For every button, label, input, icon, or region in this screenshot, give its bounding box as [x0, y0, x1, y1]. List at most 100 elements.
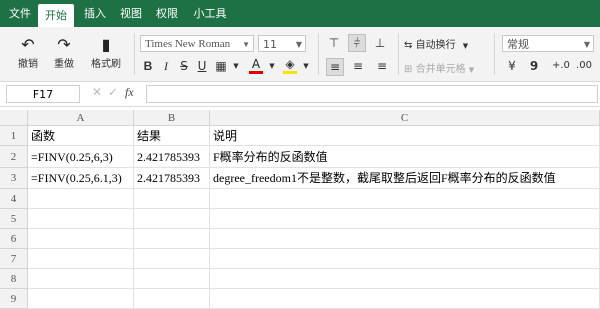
fill-color-button[interactable]: ◈: [282, 56, 298, 74]
wrap-text-label: 自动换行: [415, 40, 456, 51]
empty-cell[interactable]: [28, 189, 134, 209]
font-name-value: Times New Roman: [145, 38, 231, 50]
menu-home[interactable]: 开始: [38, 4, 74, 27]
undo-label: 撤销: [18, 59, 38, 70]
spreadsheet-grid: A B C 1 2 3 4 5 6 7 8 9 函数 结果 说明 =FINV(0…: [0, 110, 600, 309]
comma-style-button[interactable]: 9: [526, 58, 542, 74]
empty-cell[interactable]: [134, 229, 210, 249]
menu-bar: 文件 开始 插入 视图 权限 小工具: [0, 0, 600, 27]
border-icon[interactable]: ▦: [213, 58, 229, 74]
empty-cell[interactable]: [28, 229, 134, 249]
confirm-icon[interactable]: ✓: [108, 85, 118, 99]
row-header[interactable]: 9: [0, 289, 28, 309]
empty-cell[interactable]: [210, 209, 600, 229]
bold-button[interactable]: B: [140, 58, 156, 74]
menu-view[interactable]: 视图: [114, 0, 148, 27]
empty-cell[interactable]: [28, 289, 134, 309]
number-format-select[interactable]: 常规 ▼: [502, 35, 594, 52]
fx-icon[interactable]: fx: [125, 85, 134, 100]
empty-cell[interactable]: [134, 289, 210, 309]
row-header[interactable]: 6: [0, 229, 28, 249]
format-painter-label: 格式刷: [91, 59, 121, 70]
merge-cells-label: 合并单元格: [415, 64, 466, 75]
empty-cell[interactable]: [28, 209, 134, 229]
strikethrough-button[interactable]: S: [176, 58, 192, 74]
select-all-corner[interactable]: [0, 110, 28, 126]
name-box[interactable]: F17: [6, 85, 80, 103]
row-header[interactable]: 5: [0, 209, 28, 229]
ribbon-divider: [398, 33, 399, 75]
cell-b3[interactable]: 2.421785393: [134, 168, 210, 189]
chevron-down-icon[interactable]: ▼: [264, 58, 280, 74]
cell-c3[interactable]: degree_freedom1不是整数，截尾取整后返回F概率分布的反函数值: [210, 168, 600, 189]
column-header-c[interactable]: C: [210, 110, 600, 126]
row-header[interactable]: 2: [0, 146, 28, 168]
font-color-swatch: [249, 71, 263, 74]
menu-file[interactable]: 文件: [4, 0, 36, 27]
cell-b2[interactable]: 2.421785393: [134, 146, 210, 168]
fill-color-swatch: [283, 71, 297, 74]
row-header[interactable]: 1: [0, 126, 28, 146]
cell-a3[interactable]: =FINV(0.25,6.1,3): [28, 168, 134, 189]
font-size-select[interactable]: 11 ▼: [258, 35, 306, 52]
chevron-down-icon[interactable]: ▼: [298, 58, 314, 74]
empty-cell[interactable]: [210, 249, 600, 269]
column-header-a[interactable]: A: [28, 110, 134, 126]
formula-bar: F17 ✕ ✓ fx: [0, 82, 600, 107]
format-painter-button[interactable]: ▮ 格式刷: [86, 35, 126, 70]
empty-cell[interactable]: [210, 189, 600, 209]
column-header-b[interactable]: B: [134, 110, 210, 126]
align-center-icon[interactable]: ≡: [350, 58, 366, 74]
decrease-decimal-icon[interactable]: .00: [576, 58, 592, 74]
align-right-icon[interactable]: ≡: [374, 58, 390, 74]
redo-button[interactable]: ↷ 重做: [48, 35, 80, 70]
menu-tools[interactable]: 小工具: [188, 0, 232, 27]
empty-cell[interactable]: [134, 209, 210, 229]
ribbon-divider: [318, 33, 319, 75]
menu-permissions[interactable]: 权限: [150, 0, 184, 27]
menu-insert[interactable]: 插入: [78, 0, 112, 27]
currency-button[interactable]: ¥: [504, 58, 520, 74]
cell-c2[interactable]: F概率分布的反函数值: [210, 146, 600, 168]
font-size-value: 11: [263, 38, 277, 51]
empty-cell[interactable]: [134, 249, 210, 269]
align-top-icon[interactable]: ⊤: [326, 35, 342, 51]
empty-cell[interactable]: [210, 229, 600, 249]
format-painter-icon: ▮: [101, 35, 111, 54]
empty-cell[interactable]: [28, 269, 134, 289]
empty-cell[interactable]: [134, 189, 210, 209]
align-bottom-icon[interactable]: ⊥: [372, 35, 388, 51]
cell-a2[interactable]: =FINV(0.25,6,3): [28, 146, 134, 168]
row-header[interactable]: 8: [0, 269, 28, 289]
empty-cell[interactable]: [210, 289, 600, 309]
increase-decimal-icon[interactable]: +.0: [552, 58, 570, 74]
empty-cell[interactable]: [134, 269, 210, 289]
align-middle-icon[interactable]: ⫩: [348, 34, 366, 52]
ribbon-divider: [134, 33, 135, 75]
chevron-down-icon: ▼: [468, 66, 475, 74]
cell-a1[interactable]: 函数: [28, 126, 134, 146]
merge-cells-icon: ⊞: [404, 64, 413, 75]
merge-cells-button[interactable]: ⊞ 合并单元格 ▼: [404, 60, 474, 75]
row-header[interactable]: 3: [0, 168, 28, 189]
underline-button[interactable]: U: [194, 58, 210, 74]
formula-input[interactable]: [146, 85, 598, 103]
wrap-text-icon: ⇆: [404, 40, 413, 51]
italic-button[interactable]: I: [158, 58, 174, 74]
cancel-icon[interactable]: ✕: [92, 85, 102, 99]
wrap-text-button[interactable]: ⇆ 自动换行 ▼: [404, 36, 468, 51]
row-header[interactable]: 7: [0, 249, 28, 269]
undo-button[interactable]: ↶ 撤销: [12, 35, 44, 70]
redo-label: 重做: [54, 59, 74, 70]
chevron-down-icon[interactable]: ▼: [228, 58, 244, 74]
row-header[interactable]: 4: [0, 189, 28, 209]
align-left-icon[interactable]: ≡: [326, 58, 344, 76]
font-name-select[interactable]: Times New Roman ▼: [140, 35, 254, 52]
redo-icon: ↷: [57, 35, 71, 54]
cell-b1[interactable]: 结果: [134, 126, 210, 146]
font-color-button[interactable]: A: [248, 56, 264, 74]
empty-cell[interactable]: [210, 269, 600, 289]
empty-cell[interactable]: [28, 249, 134, 269]
cell-c1[interactable]: 说明: [210, 126, 600, 146]
ribbon-divider: [494, 33, 495, 75]
